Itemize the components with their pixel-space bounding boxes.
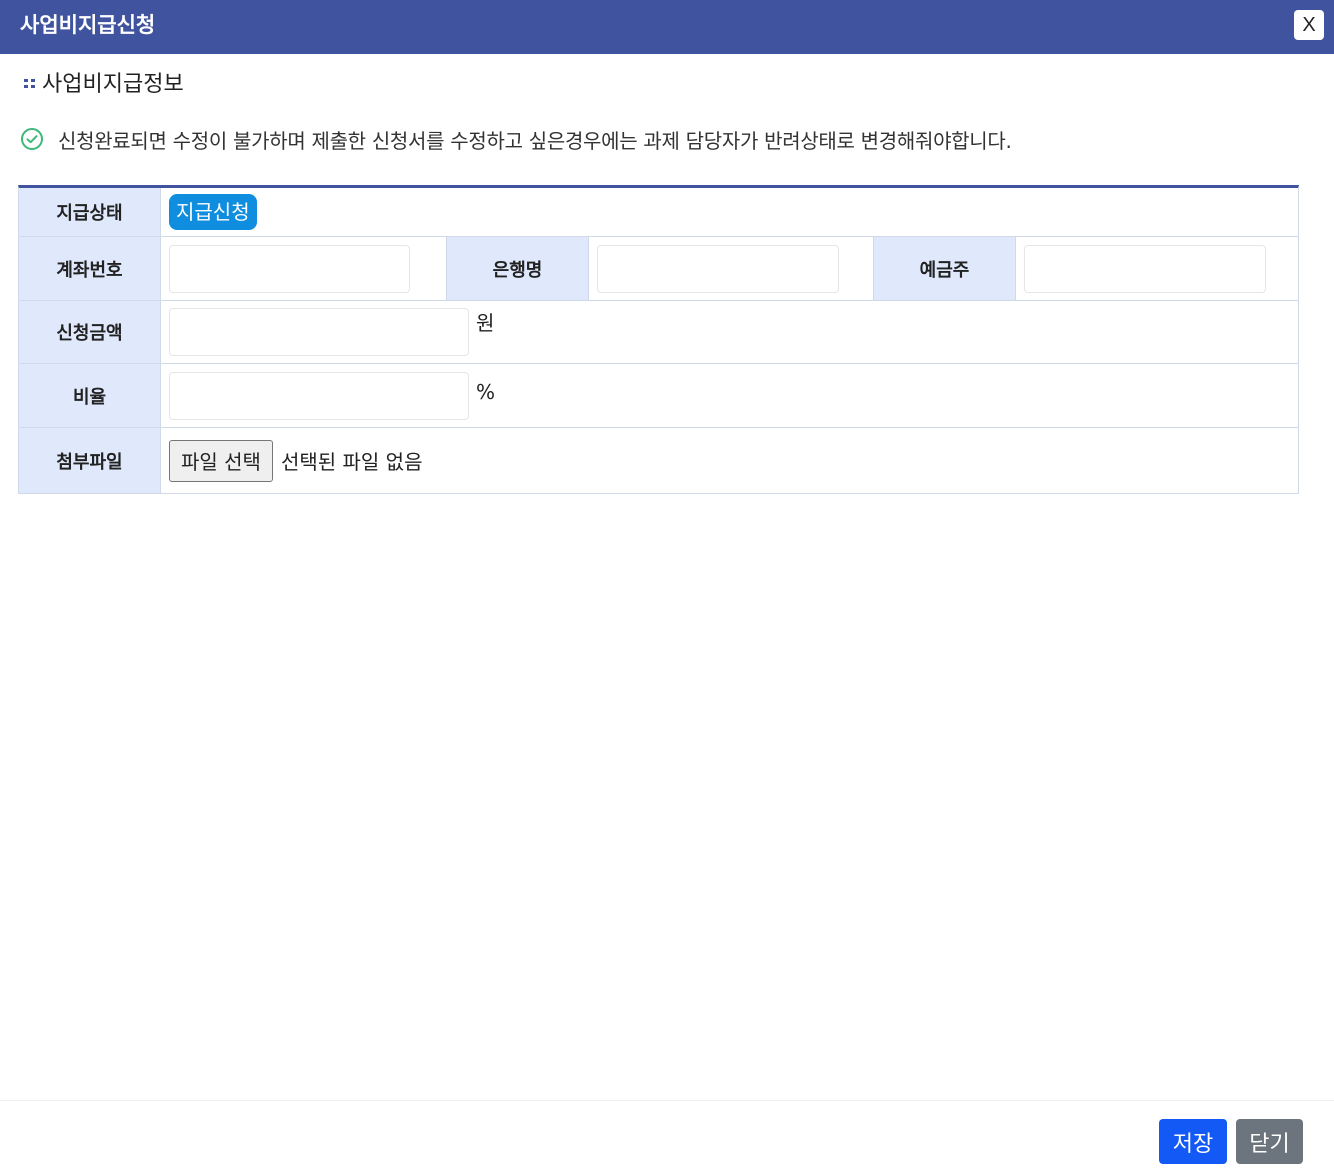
bullet-dots-icon (24, 78, 35, 88)
bank-label: 은행명 (446, 237, 589, 300)
file-select-button[interactable]: 파일 선택 (169, 439, 273, 482)
amount-unit: 원 (476, 311, 495, 335)
status-label: 지급상태 (19, 188, 161, 236)
footer-divider (0, 1100, 1334, 1101)
payment-form-table: 지급상태 지급신청 계좌번호 은행명 예금주 신청금액 원 비율 % 첨부파일 … (18, 185, 1299, 494)
amount-row: 신청금액 원 (19, 301, 1298, 364)
file-status-text: 선택된 파일 없음 (280, 450, 423, 474)
amount-input[interactable] (169, 308, 469, 356)
save-button[interactable]: 저장 (1159, 1119, 1227, 1164)
close-icon[interactable]: X (1294, 10, 1324, 40)
account-holder-input[interactable] (1024, 244, 1266, 293)
holder-label: 예금주 (873, 237, 1016, 300)
attachment-label: 첨부파일 (19, 428, 161, 493)
attachment-row: 첨부파일 파일 선택 선택된 파일 없음 (19, 428, 1298, 494)
status-badge: 지급신청 (169, 194, 257, 230)
notice-text: 신청완료되면 수정이 불가하며 제출한 신청서를 수정하고 싶은경우에는 과제 … (58, 128, 1012, 153)
notice-message: 신청완료되면 수정이 불가하며 제출한 신청서를 수정하고 싶은경우에는 과제 … (20, 122, 1012, 156)
amount-label: 신청금액 (19, 301, 161, 363)
account-row: 계좌번호 은행명 예금주 (19, 237, 1298, 301)
dialog-titlebar: 사업비지급신청 X (0, 0, 1334, 54)
account-number-input[interactable] (169, 244, 410, 293)
ratio-unit: % (476, 380, 496, 404)
close-button[interactable]: 닫기 (1236, 1119, 1303, 1164)
account-label: 계좌번호 (19, 237, 161, 300)
check-circle-icon (21, 128, 43, 150)
dialog-title: 사업비지급신청 (20, 13, 156, 37)
section-header: 사업비지급정보 (24, 66, 184, 98)
section-title: 사업비지급정보 (42, 72, 184, 97)
bank-name-input[interactable] (597, 244, 839, 293)
ratio-input[interactable] (169, 371, 469, 420)
ratio-label: 비율 (19, 364, 161, 427)
status-row: 지급상태 지급신청 (19, 188, 1298, 237)
ratio-row: 비율 % (19, 364, 1298, 428)
